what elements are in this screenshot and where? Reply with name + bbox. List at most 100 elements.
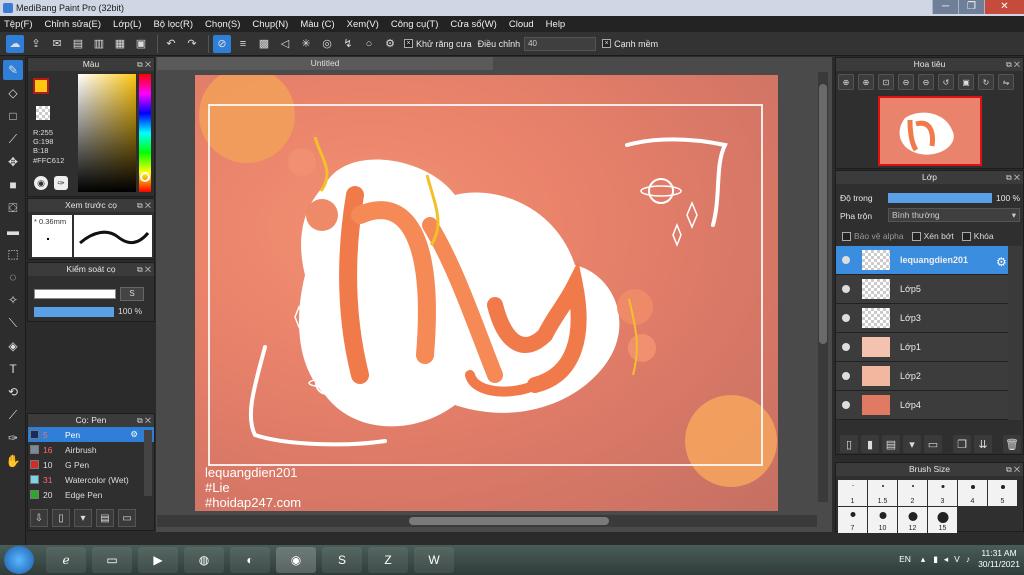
brush-size-cell[interactable]: 1.5 [868,480,897,506]
document-tab[interactable]: Untitled [157,57,493,70]
fill-rect-tool-icon[interactable]: ■ [3,175,23,195]
new-color-layer-icon[interactable]: ▮ [861,435,879,453]
undo-icon[interactable]: ↶ [162,35,180,53]
perspective-snap-icon[interactable]: ◁ [276,35,294,53]
visibility-eye-icon[interactable] [842,401,850,409]
settings-icon[interactable]: ⚙ [381,35,399,53]
gradient-tool-icon[interactable]: ▬ [3,221,23,241]
actual-size-icon[interactable]: ▣ [958,74,974,90]
brush-item[interactable]: 10 G Pen [28,457,154,472]
cloud-icon[interactable]: ☁ [6,34,24,53]
eraser-tool-icon[interactable]: ◇ [3,83,23,103]
panel-controls-icon[interactable]: ⧉ ✕ [137,263,151,276]
brush-item[interactable]: 16 Airbrush [28,442,154,457]
new-halftone-layer-icon[interactable]: ▤ [882,435,900,453]
add-layer-dropdown-icon[interactable]: ▾ [903,435,921,453]
operation-tool-icon[interactable]: ⟲ [3,382,23,402]
new-layer-icon[interactable]: ▯ [840,435,858,453]
select-eraser-tool-icon[interactable]: ◈ [3,336,23,356]
foreground-color-swatch[interactable] [33,78,49,94]
menu-filter[interactable]: Bộ lọc(R) [153,19,193,30]
brush-list-scrollbar[interactable] [144,430,152,496]
move-tool-icon[interactable]: ✥ [3,152,23,172]
brush-size-cell[interactable]: 15 [928,507,957,533]
lasso-tool-icon[interactable]: ◌ [3,267,23,287]
delete-layer-icon[interactable]: 🗑 [1003,435,1021,453]
add-brush-icon[interactable]: ▾ [74,509,92,527]
panel-controls-icon[interactable]: ⧉ ✕ [1006,171,1020,184]
gear-icon[interactable]: ⚙ [130,429,138,440]
hue-handle[interactable] [140,172,150,182]
layer-opacity-slider[interactable] [888,193,992,203]
zalo-icon[interactable]: Z [368,547,408,573]
layout-icon[interactable]: ▣ [132,35,150,53]
comment-icon[interactable]: ✉ [48,35,66,53]
zoom-in-small-icon[interactable]: ⊕ [858,74,874,90]
brush-size-slider[interactable] [34,289,116,299]
saturation-value-picker[interactable] [78,74,136,192]
skype-icon[interactable]: S [322,547,362,573]
eyedropper-icon[interactable]: ✑ [54,176,68,190]
palette-icon[interactable]: ◉ [34,176,48,190]
panel-controls-icon[interactable]: ⧉ ✕ [1006,58,1020,71]
layer-row[interactable]: Lớp4 [836,391,1008,420]
zoom-in-icon[interactable]: ⊕ [838,74,854,90]
concentric-snap-icon[interactable]: ◎ [318,35,336,53]
minimize-button[interactable]: ─ [932,0,958,14]
rotate-right-icon[interactable]: ↻ [978,74,994,90]
brush-size-cell[interactable]: 7 [838,507,867,533]
menu-snap[interactable]: Chụp(N) [252,19,288,30]
layer-row[interactable]: Lớp5 [836,275,1008,304]
menu-file[interactable]: Tệp(F) [4,19,33,30]
brush-size-button[interactable]: S [120,287,144,301]
network-icon[interactable]: ▮ [933,554,938,565]
brush-size-cell[interactable]: 4 [958,480,987,506]
protect-alpha-checkbox[interactable] [842,231,851,241]
rectangle-tool-icon[interactable]: □ [3,106,23,126]
vertical-scrollbar[interactable] [818,72,828,502]
layer-row[interactable]: Lớp3 [836,304,1008,333]
page-icon[interactable]: ▤ [69,35,87,53]
brush-item[interactable]: 5 Pen ⚙ [28,427,154,442]
brush-size-cell[interactable]: 10 [868,507,897,533]
tray-arrow-icon[interactable]: ▴ [921,554,925,565]
folder-icon[interactable]: ▭ [924,435,942,453]
brush-opacity-slider[interactable] [34,307,114,317]
chrome-icon[interactable]: ◍ [184,547,224,573]
brush-size-cell[interactable]: 5 [988,480,1017,506]
parallel-snap-icon[interactable]: ≡ [234,35,252,53]
brush-item[interactable]: 20 Edge Pen [28,487,154,502]
menu-cloud[interactable]: Cloud [509,19,534,30]
document-icon[interactable]: ▥ [90,35,108,53]
close-button[interactable]: ✕ [984,0,1024,14]
transparent-color-swatch[interactable] [36,106,50,120]
restore-button[interactable]: ❐ [958,0,984,14]
visibility-eye-icon[interactable] [842,285,850,293]
layer-row[interactable]: lequangdien201 [836,246,1008,275]
menu-view[interactable]: Xem(V) [347,19,379,30]
menu-window[interactable]: Cửa sổ(W) [450,19,496,30]
bucket-tool-icon[interactable]: ⛋ [3,198,23,218]
horizontal-scroll-thumb[interactable] [409,517,609,525]
medibang-app-icon[interactable]: ◉ [276,547,316,573]
radial-snap-icon[interactable]: ✳ [297,35,315,53]
panel-controls-icon[interactable]: ⧉ ✕ [137,199,151,212]
brush-tool-icon[interactable]: ✎ [3,60,23,80]
visibility-eye-icon[interactable] [842,256,850,264]
navigator-thumbnail[interactable] [878,96,982,166]
curve-snap-icon[interactable]: ↯ [339,35,357,53]
new-brush-icon[interactable]: ▯ [52,509,70,527]
rotate-left-icon[interactable]: ↺ [938,74,954,90]
blend-mode-select[interactable]: Bình thường ▾ [888,208,1020,222]
brush-size-cell[interactable]: 3 [928,480,957,506]
menu-layer[interactable]: Lớp(L) [113,19,141,30]
dot-tool-icon[interactable]: ⟋ [3,129,23,149]
brush-size-cell[interactable]: 1 [838,480,867,506]
panel-controls-icon[interactable]: ⧉ ✕ [137,58,151,71]
layer-scrollbar[interactable] [1008,246,1022,420]
horizontal-scrollbar[interactable] [157,515,817,527]
menu-tools[interactable]: Công cụ(T) [391,19,439,30]
clipping-checkbox[interactable] [911,231,921,241]
menu-help[interactable]: Help [546,19,566,30]
panel-controls-icon[interactable]: ⧉ ✕ [137,414,151,427]
